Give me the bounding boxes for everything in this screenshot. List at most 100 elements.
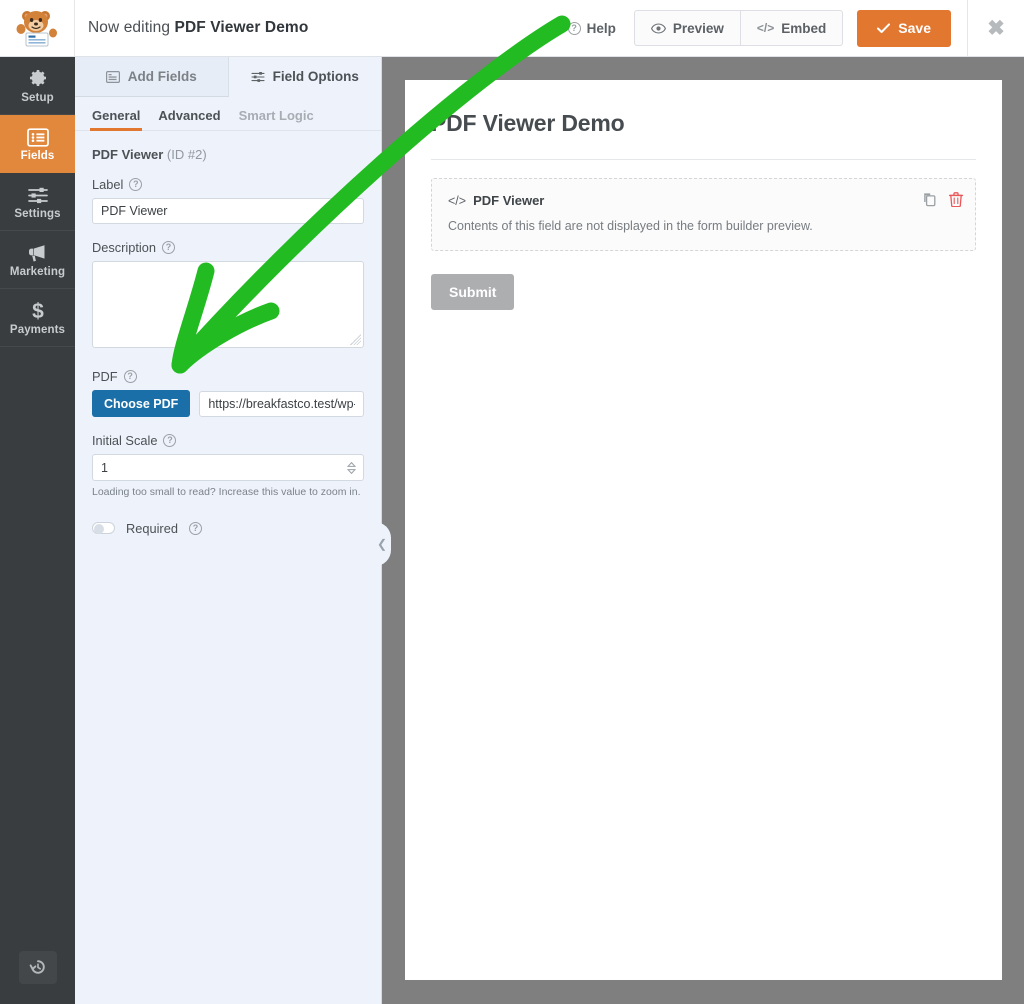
required-toggle-row: Required ? bbox=[92, 521, 364, 536]
help-button[interactable]: ? Help bbox=[554, 21, 630, 36]
sidebar-item-setup[interactable]: Setup bbox=[0, 57, 75, 115]
initial-scale-wrap bbox=[92, 454, 364, 481]
label-field-group: Label ? bbox=[92, 177, 364, 224]
form-preview-area: PDF Viewer Demo </> PDF Viewer Contents … bbox=[382, 57, 1024, 1004]
list-form-icon bbox=[26, 125, 49, 147]
initial-scale-field-group: Initial Scale ? Loading too small to rea… bbox=[92, 433, 364, 500]
field-heading: PDF Viewer (ID #2) bbox=[92, 147, 364, 162]
field-id: (ID #2) bbox=[166, 147, 207, 162]
code-brackets-icon: </> bbox=[756, 21, 775, 35]
required-label: Required bbox=[126, 520, 178, 536]
close-builder-button[interactable]: ✖ bbox=[967, 0, 1024, 57]
choose-pdf-button[interactable]: Choose PDF bbox=[92, 390, 191, 417]
label-input[interactable] bbox=[92, 198, 364, 224]
tab-label: Field Options bbox=[272, 69, 359, 84]
initial-scale-input[interactable] bbox=[92, 454, 364, 481]
sliders-icon bbox=[27, 183, 49, 205]
label-field-label: Label ? bbox=[92, 177, 364, 192]
label-text: Label bbox=[92, 177, 124, 192]
gear-icon bbox=[27, 67, 48, 89]
close-x-icon: ✖ bbox=[987, 16, 1005, 40]
sidebar-item-settings[interactable]: Settings bbox=[0, 173, 75, 231]
sidebar-item-marketing[interactable]: Marketing bbox=[0, 231, 75, 289]
pdf-row: Choose PDF bbox=[92, 390, 364, 417]
revision-history-icon bbox=[29, 960, 45, 974]
preview-field-title-row: </> PDF Viewer bbox=[448, 193, 959, 208]
preview-label: Preview bbox=[672, 20, 724, 36]
initial-scale-helper-text: Loading too small to read? Increase this… bbox=[92, 486, 361, 498]
duplicate-icon[interactable] bbox=[922, 192, 937, 207]
builder-sidebar: Setup Fields Settings Marketing $ Paymen… bbox=[0, 57, 75, 1004]
panel-subtab-bar: General Advanced Smart Logic bbox=[75, 97, 381, 131]
question-circle-icon[interactable]: ? bbox=[162, 241, 176, 254]
field-options-panel: Add Fields Field Options General Advance… bbox=[75, 57, 382, 1004]
pdf-field-label: PDF ? bbox=[92, 369, 364, 384]
sidebar-footer bbox=[0, 930, 75, 1004]
description-field-label: Description ? bbox=[92, 240, 364, 255]
description-textarea[interactable] bbox=[92, 261, 364, 348]
sliders-icon bbox=[251, 71, 265, 82]
tab-label: Add Fields bbox=[127, 69, 197, 84]
sidebar-item-label: Fields bbox=[20, 150, 55, 162]
preview-field-title: PDF Viewer bbox=[473, 193, 545, 208]
subtab-advanced[interactable]: Advanced bbox=[158, 108, 220, 130]
sidebar-item-fields[interactable]: Fields bbox=[0, 115, 75, 173]
dollar-icon: $ bbox=[30, 299, 46, 321]
question-circle-icon[interactable]: ? bbox=[188, 521, 202, 535]
title-divider bbox=[431, 159, 976, 160]
initial-scale-label: Initial Scale ? bbox=[92, 433, 364, 448]
form-preview-card: PDF Viewer Demo </> PDF Viewer Contents … bbox=[405, 80, 1002, 980]
preview-field-actions bbox=[922, 192, 963, 207]
preview-button[interactable]: Preview bbox=[633, 10, 740, 46]
preview-embed-group: Preview </> Embed bbox=[633, 10, 844, 46]
subtab-general[interactable]: General bbox=[89, 108, 143, 131]
top-bar-actions: ? Help Preview </> Embed Save ✖ bbox=[554, 0, 1024, 57]
form-builder-window: Now editing PDF Viewer Demo ? Help Previ… bbox=[0, 0, 1024, 1004]
preview-field-pdf-viewer[interactable]: </> PDF Viewer Contents of this field ar… bbox=[431, 178, 976, 251]
sidebar-item-label: Settings bbox=[14, 208, 61, 220]
required-toggle[interactable] bbox=[92, 521, 115, 535]
panel-body: PDF Viewer (ID #2) Label ? Description ? bbox=[75, 131, 381, 536]
chevron-left-icon: ❮ bbox=[376, 537, 388, 551]
label-text: Description bbox=[92, 240, 157, 255]
subtab-smart-logic[interactable]: Smart Logic bbox=[239, 108, 314, 130]
label-text: PDF bbox=[92, 369, 118, 384]
editing-prefix: Now editing bbox=[88, 19, 171, 36]
description-field-group: Description ? bbox=[92, 240, 364, 353]
wpforms-logo bbox=[0, 0, 75, 56]
eye-icon bbox=[650, 22, 666, 34]
top-bar: Now editing PDF Viewer Demo ? Help Previ… bbox=[0, 0, 1024, 57]
megaphone-icon bbox=[27, 241, 49, 263]
sidebar-item-label: Payments bbox=[9, 324, 66, 336]
page-title: Now editing PDF Viewer Demo bbox=[88, 19, 308, 37]
wpforms-bear-mascot-logo bbox=[16, 11, 57, 47]
preview-field-description: Contents of this field are not displayed… bbox=[448, 219, 813, 233]
question-circle-icon[interactable]: ? bbox=[163, 434, 177, 447]
tab-add-fields[interactable]: Add Fields bbox=[75, 57, 229, 97]
sidebar-item-label: Marketing bbox=[9, 266, 66, 278]
revision-history-button[interactable] bbox=[18, 950, 57, 984]
number-spinner-icon[interactable] bbox=[347, 461, 356, 474]
question-circle-icon: ? bbox=[567, 21, 581, 35]
sidebar-item-payments[interactable]: $ Payments bbox=[0, 289, 75, 347]
sidebar-item-label: Setup bbox=[21, 92, 54, 104]
embed-label: Embed bbox=[781, 20, 827, 36]
submit-button[interactable]: Submit bbox=[431, 274, 515, 310]
field-heading-name: PDF Viewer bbox=[92, 147, 164, 162]
trash-icon[interactable] bbox=[949, 192, 963, 207]
question-circle-icon[interactable]: ? bbox=[123, 370, 137, 383]
code-brackets-icon: </> bbox=[448, 193, 467, 208]
question-circle-icon[interactable]: ? bbox=[129, 178, 143, 191]
embed-button[interactable]: </> Embed bbox=[739, 10, 844, 46]
preview-form-title: PDF Viewer Demo bbox=[431, 110, 625, 136]
panel-tab-bar: Add Fields Field Options bbox=[75, 57, 381, 97]
save-button[interactable]: Save bbox=[857, 9, 951, 47]
form-name: PDF Viewer Demo bbox=[174, 19, 309, 36]
svg-text:$: $ bbox=[32, 300, 44, 321]
help-label: Help bbox=[586, 20, 616, 36]
label-text: Initial Scale bbox=[92, 433, 158, 448]
save-label: Save bbox=[898, 20, 931, 36]
pdf-url-input[interactable] bbox=[199, 390, 364, 417]
fields-grid-icon bbox=[105, 70, 120, 83]
tab-field-options[interactable]: Field Options bbox=[228, 57, 381, 97]
